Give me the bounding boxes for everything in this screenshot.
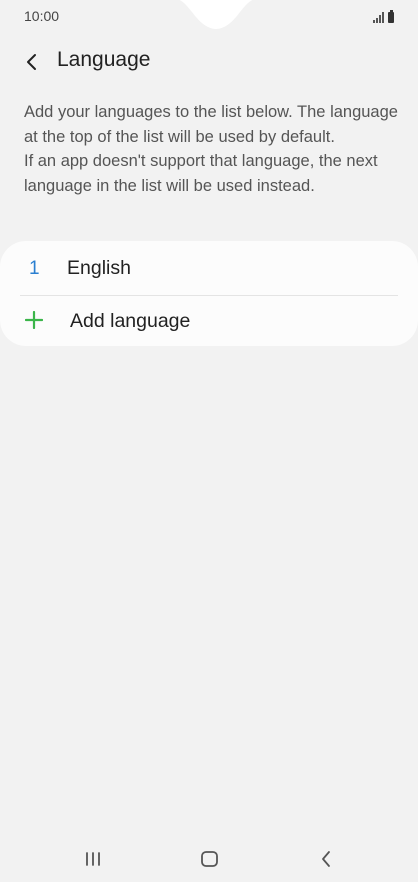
plus-icon [25,311,43,329]
status-icons [373,9,394,23]
add-language-label: Add language [70,310,191,332]
status-bar: 10:00 [0,0,418,34]
home-button[interactable] [190,846,230,872]
page-title: Language [57,48,151,71]
back-icon [322,851,330,867]
status-time: 10:00 [24,8,60,24]
battery-icon [388,10,394,23]
description-line-2: If an app doesn't support that language,… [24,152,378,195]
add-language-button[interactable]: Add language [0,296,418,346]
back-button[interactable] [14,44,50,80]
language-item-english[interactable]: 1 English [0,241,418,295]
description: Add your languages to the list below. Th… [24,100,404,198]
back-nav-button[interactable] [306,846,346,872]
navigation-bar [0,836,418,882]
camera-notch [179,0,253,29]
recents-button[interactable] [73,846,113,872]
language-name: English [67,257,131,279]
description-line-1: Add your languages to the list below. Th… [24,103,398,146]
chevron-left-icon [27,54,36,70]
home-icon [201,851,218,867]
recents-icon [86,852,100,866]
language-index: 1 [29,258,40,279]
signal-icon [373,12,384,23]
header: Language [0,42,418,80]
language-list-card: 1 English Add language [0,241,418,346]
